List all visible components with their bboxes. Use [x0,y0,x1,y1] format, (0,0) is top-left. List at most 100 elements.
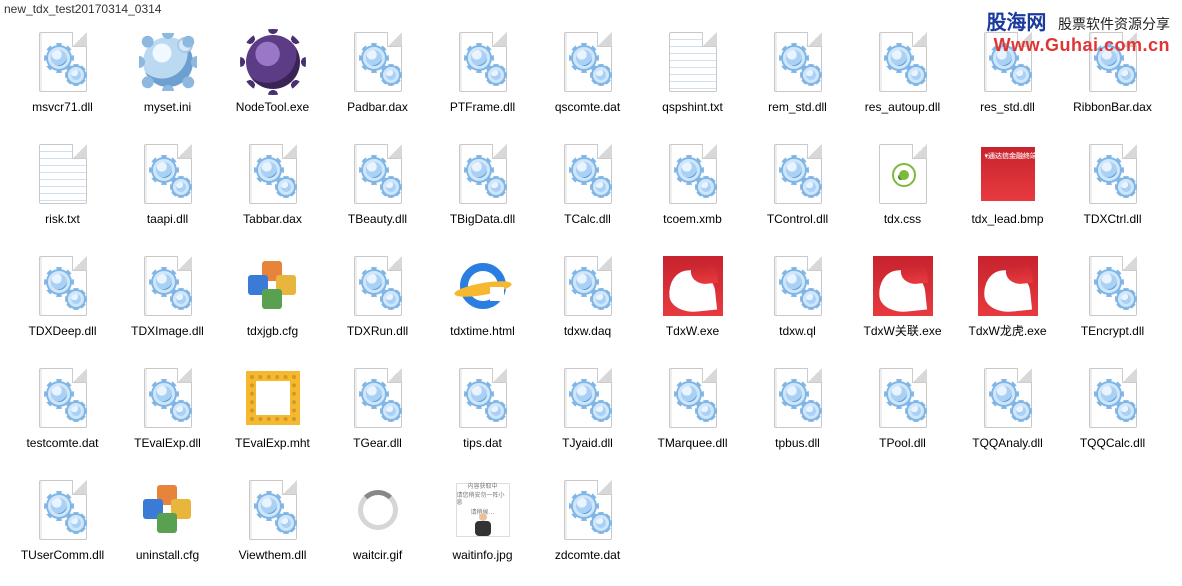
file-item[interactable]: TPool.dll [850,358,955,466]
file-item[interactable]: Tabbar.dax [220,134,325,242]
file-label: RibbonBar.dax [1073,100,1152,114]
gear-file-icon [564,368,612,428]
gear-file-icon [1089,256,1137,316]
file-item[interactable]: msvcr71.dll [10,22,115,130]
file-label: Viewthem.dll [239,548,307,562]
file-item[interactable]: tpbus.dll [745,358,850,466]
file-item[interactable]: rem_std.dll [745,22,850,130]
file-item[interactable]: res_autoup.dll [850,22,955,130]
file-label: qspshint.txt [662,100,723,114]
file-item[interactable]: TDXImage.dll [115,246,220,354]
file-label: zdcomte.dat [555,548,620,562]
gear-file-icon [1089,144,1137,204]
tdxw-app-icon [873,256,933,316]
file-item[interactable]: res_std.dll [955,22,1060,130]
file-item[interactable]: TEvalExp.dll [115,358,220,466]
file-item[interactable]: testcomte.dat [10,358,115,466]
file-label: tdxw.daq [564,324,611,338]
file-item[interactable]: qscomte.dat [535,22,640,130]
file-item[interactable]: TEncrypt.dll [1060,246,1165,354]
file-item[interactable]: zdcomte.dat [535,470,640,578]
file-item[interactable]: uninstall.cfg [115,470,220,578]
cfg-office-icon [246,259,300,313]
gear-file-icon [39,368,87,428]
gear-file-icon [564,32,612,92]
file-item[interactable]: TdxW.exe [640,246,745,354]
gear-file-icon [1089,368,1137,428]
tdxw-app-icon [663,256,723,316]
file-item[interactable]: TQQAnaly.dll [955,358,1060,466]
gear-file-icon [1089,32,1137,92]
file-item[interactable]: Padbar.dax [325,22,430,130]
file-label: tdxjgb.cfg [247,324,298,338]
file-label: TMarquee.dll [657,436,727,450]
file-item[interactable]: TdxW关联.exe [850,246,955,354]
file-item[interactable]: TdxW龙虎.exe [955,246,1060,354]
file-item[interactable]: TDXDeep.dll [10,246,115,354]
file-item[interactable]: waitcir.gif [325,470,430,578]
gear-file-icon [774,256,822,316]
gear-file-icon [564,480,612,540]
file-label: tdxtime.html [450,324,515,338]
file-item[interactable]: TEvalExp.mht [220,358,325,466]
text-file-icon [669,32,717,92]
file-label: waitinfo.jpg [452,548,512,562]
gear-file-icon [669,368,717,428]
file-label: TQQCalc.dll [1080,436,1145,450]
gear-file-icon [459,32,507,92]
file-item[interactable]: tips.dat [430,358,535,466]
text-file-icon [39,144,87,204]
file-label: tdx_lead.bmp [971,212,1043,226]
file-label: TUserComm.dll [21,548,104,562]
file-item[interactable]: taapi.dll [115,134,220,242]
file-item[interactable]: TBigData.dll [430,134,535,242]
gear-file-icon [144,144,192,204]
file-item[interactable]: 内容获取中请您稍安勿一阵小息请稍候… waitinfo.jpg [430,470,535,578]
file-item[interactable]: RibbonBar.dax [1060,22,1165,130]
file-label: TCalc.dll [564,212,611,226]
waitinfo-jpg-icon: 内容获取中请您稍安勿一阵小息请稍候… [456,483,510,537]
file-item[interactable]: TDXRun.dll [325,246,430,354]
file-item[interactable]: TBeauty.dll [325,134,430,242]
file-label: TDXDeep.dll [28,324,96,338]
gear-file-icon [354,32,402,92]
file-item[interactable]: TCalc.dll [535,134,640,242]
file-item[interactable]: PTFrame.dll [430,22,535,130]
file-label: testcomte.dat [26,436,98,450]
file-item[interactable]: tcoem.xmb [640,134,745,242]
file-label: TEncrypt.dll [1081,324,1144,338]
file-item[interactable]: risk.txt [10,134,115,242]
spinner-gif-icon [358,490,398,530]
file-item[interactable]: TQQCalc.dll [1060,358,1165,466]
file-item[interactable]: tdxtime.html [430,246,535,354]
file-item[interactable]: Viewthem.dll [220,470,325,578]
gear-file-icon [39,32,87,92]
gear-file-icon [774,368,822,428]
tdxw-app-icon [978,256,1038,316]
file-item[interactable]: TControl.dll [745,134,850,242]
file-item[interactable]: TDXCtrl.dll [1060,134,1165,242]
file-label: TBeauty.dll [348,212,407,226]
css-file-icon [879,144,927,204]
gear-file-icon [39,480,87,540]
file-item[interactable]: tdxjgb.cfg [220,246,325,354]
gear-file-icon [984,368,1032,428]
settings-gear-icon [139,33,197,91]
file-item[interactable]: tdxw.daq [535,246,640,354]
file-item[interactable]: qspshint.txt [640,22,745,130]
file-item[interactable]: ▾通达信金融终端tdx_lead.bmp [955,134,1060,242]
file-item[interactable]: TMarquee.dll [640,358,745,466]
file-item[interactable]: myset.ini [115,22,220,130]
gear-file-icon [984,32,1032,92]
file-label: myset.ini [144,100,191,114]
file-item[interactable]: tdx.css [850,134,955,242]
file-item[interactable]: tdxw.ql [745,246,850,354]
file-item[interactable]: TJyaid.dll [535,358,640,466]
file-item[interactable]: TUserComm.dll [10,470,115,578]
file-item[interactable]: NodeTool.exe [220,22,325,130]
file-item[interactable]: TGear.dll [325,358,430,466]
gear-file-icon [249,144,297,204]
file-label: msvcr71.dll [32,100,93,114]
gear-file-icon [564,144,612,204]
gear-file-icon [564,256,612,316]
